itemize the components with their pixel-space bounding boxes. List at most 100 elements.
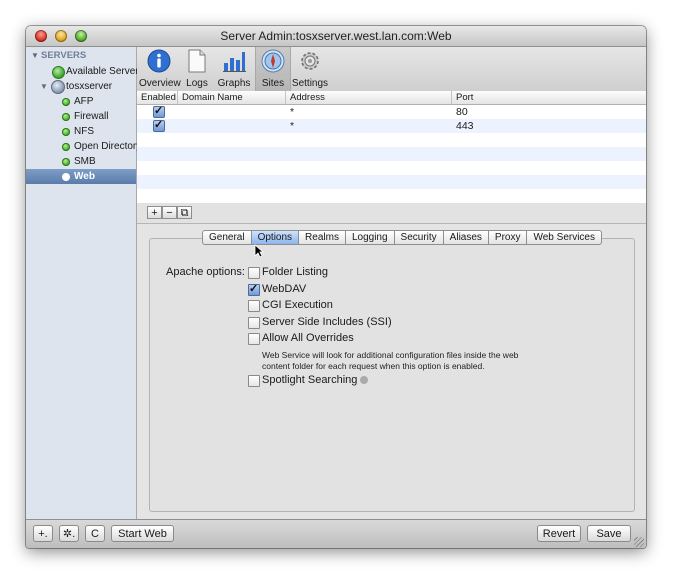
sidebar-item-label: NFS	[74, 126, 94, 137]
toolbar-label: Sites	[261, 78, 285, 89]
enabled-checkbox[interactable]	[153, 104, 165, 118]
window-title: Server Admin:tosxserver.west.lan.com:Web	[220, 29, 452, 43]
tab-realms[interactable]: Realms	[299, 230, 346, 245]
port-cell: 80	[456, 106, 468, 118]
option-label: CGI Execution	[262, 299, 333, 311]
port-cell: 443	[456, 120, 474, 132]
table-row-empty	[137, 189, 646, 203]
enabled-checkbox[interactable]	[153, 118, 165, 132]
sidebar-header[interactable]: ▼ SERVERS	[26, 48, 136, 63]
info-icon	[147, 49, 171, 73]
webdav-checkbox[interactable]	[248, 282, 260, 296]
status-running-icon	[62, 128, 70, 136]
sidebar-item-smb[interactable]: SMB	[26, 154, 136, 169]
table-row-empty	[137, 161, 646, 175]
disclosure-triangle-icon[interactable]: ▼	[40, 79, 48, 94]
tab-bar: General Options Realms Logging Security Alias…	[202, 230, 602, 245]
start-web-button[interactable]: Start Web	[111, 525, 174, 542]
main-pane: Overview Logs Graphs Sites Settings Enab…	[137, 47, 646, 520]
add-site-button[interactable]: +	[147, 206, 162, 219]
action-menu-button[interactable]: ✲.	[59, 525, 79, 542]
table-row-empty	[137, 133, 646, 147]
toolbar-label: Settings	[291, 78, 329, 89]
resize-grip-icon[interactable]	[634, 537, 644, 547]
server-icon	[51, 80, 65, 94]
tab-aliases[interactable]: Aliases	[443, 230, 489, 245]
duplicate-site-button[interactable]: ⧉	[177, 206, 192, 219]
title-bar: Server Admin:tosxserver.west.lan.com:Web	[26, 26, 646, 47]
address-cell: *	[290, 120, 295, 132]
compass-icon	[261, 49, 285, 73]
sidebar-item-server[interactable]: ▼ tosxserver	[26, 79, 136, 94]
status-running-icon	[62, 113, 70, 121]
sidebar-item-label: SMB	[74, 156, 96, 167]
table-tools: + − ⧉	[137, 203, 646, 223]
option-label: Folder Listing	[262, 266, 329, 278]
folder-listing-checkbox[interactable]	[248, 267, 260, 279]
document-icon	[188, 49, 206, 73]
tab-web-services[interactable]: Web Services	[527, 230, 602, 245]
refresh-button[interactable]: C	[85, 525, 105, 542]
tab-proxy[interactable]: Proxy	[488, 230, 528, 245]
save-button[interactable]: Save	[587, 525, 631, 542]
toolbar-label: Logs	[186, 78, 208, 89]
globe-icon	[52, 66, 65, 79]
column-header-address[interactable]: Address	[286, 91, 452, 104]
mouse-pointer-icon	[254, 244, 265, 261]
column-header-domain-name[interactable]: Domain Name	[178, 91, 286, 104]
remove-site-button[interactable]: −	[162, 206, 177, 219]
column-header-port[interactable]: Port	[452, 91, 646, 104]
toolbar-sites-button[interactable]: Sites	[255, 47, 291, 91]
sidebar-item-label: Available Servers	[66, 66, 144, 77]
sidebar-item-label: Open Directory	[74, 141, 142, 152]
sidebar-item-label: tosxserver	[66, 81, 113, 92]
bottom-bar: +. ✲. C Start Web Revert Save	[26, 519, 646, 548]
status-running-icon	[62, 173, 70, 181]
tab-general[interactable]: General	[202, 230, 252, 245]
toolbar-label: Overview	[139, 78, 181, 89]
sidebar-header-label: SERVERS	[41, 50, 87, 61]
sidebar-item-nfs[interactable]: NFS	[26, 124, 136, 139]
sidebar-item-open-directory[interactable]: Open Directory	[26, 139, 141, 154]
ssi-checkbox[interactable]	[248, 317, 260, 329]
sidebar-item-label: Web	[74, 171, 95, 182]
table-row-empty	[137, 147, 646, 161]
toolbar-settings-button[interactable]: Settings	[291, 47, 329, 91]
allow-all-overrides-checkbox[interactable]	[248, 333, 260, 345]
toolbar-logs-button[interactable]: Logs	[181, 47, 213, 91]
column-header-enabled[interactable]: Enabled	[137, 91, 178, 104]
options-panel: Apache options: Folder Listing WebDAV CG…	[149, 238, 635, 512]
cgi-execution-checkbox[interactable]	[248, 300, 260, 312]
address-cell: *	[290, 106, 295, 118]
site-settings-area: Apache options: Folder Listing WebDAV CG…	[137, 223, 646, 520]
option-label: WebDAV	[262, 283, 307, 295]
info-disclosure-icon[interactable]	[360, 376, 369, 384]
server-admin-window: Server Admin:tosxserver.west.lan.com:Web…	[26, 26, 646, 548]
option-label: Allow All Overrides	[262, 332, 354, 344]
apache-options-label: Apache options:	[166, 266, 245, 278]
sidebar-item-web[interactable]: Web	[26, 169, 136, 184]
toolbar-label: Graphs	[217, 78, 251, 89]
option-label: Server Side Includes (SSI)	[262, 316, 392, 328]
status-running-icon	[62, 158, 70, 166]
toolbar: Overview Logs Graphs Sites Settings	[137, 47, 646, 92]
tab-options[interactable]: Options	[251, 230, 300, 245]
table-header: Enabled Domain Name Address Port	[137, 91, 646, 105]
table-row[interactable]: * 443	[137, 118, 646, 133]
sidebar-item-afp[interactable]: AFP	[26, 94, 136, 109]
table-row[interactable]: * 80	[137, 104, 646, 119]
sidebar-item-label: AFP	[74, 96, 94, 107]
toolbar-overview-button[interactable]: Overview	[139, 47, 181, 91]
spotlight-searching-checkbox[interactable]	[248, 375, 260, 387]
sidebar-item-firewall[interactable]: Firewall	[26, 109, 136, 124]
sidebar: ▼ SERVERS Available Servers ▼ tosxserver…	[26, 47, 144, 519]
revert-button[interactable]: Revert	[537, 525, 581, 542]
sidebar-item-available-servers[interactable]: Available Servers	[26, 64, 144, 79]
tab-security[interactable]: Security	[394, 230, 444, 245]
add-server-button[interactable]: +.	[33, 525, 53, 542]
toolbar-graphs-button[interactable]: Graphs	[215, 47, 253, 91]
disclosure-triangle-icon[interactable]: ▼	[31, 48, 39, 63]
tab-logging[interactable]: Logging	[345, 230, 395, 245]
bar-chart-icon	[223, 52, 246, 72]
option-label: Spotlight Searching	[262, 374, 358, 386]
